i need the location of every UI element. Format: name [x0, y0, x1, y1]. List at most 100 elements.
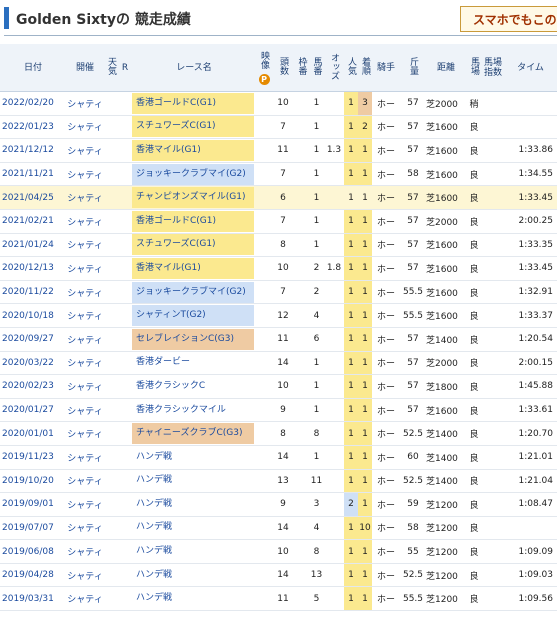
- race-name-link[interactable]: シャティンT(G2): [132, 303, 256, 328]
- weight-cell: 57: [400, 209, 426, 234]
- date-link[interactable]: 2020/09/27: [0, 327, 66, 352]
- race-name-link[interactable]: スチュワーズC(G1): [132, 233, 256, 258]
- date-link[interactable]: 2019/07/07: [0, 516, 66, 541]
- date-link[interactable]: 2021/04/25: [0, 185, 66, 210]
- venue-link[interactable]: シャティ: [66, 445, 104, 470]
- date-link[interactable]: 2019/04/28: [0, 563, 66, 588]
- distance-cell: 芝1800: [426, 374, 466, 399]
- finish-cell: 1: [358, 303, 372, 328]
- jockey-link[interactable]: ホー: [372, 209, 400, 234]
- jockey-link[interactable]: ホー: [372, 280, 400, 305]
- date-link[interactable]: 2019/06/08: [0, 539, 66, 564]
- jockey-link[interactable]: ホー: [372, 586, 400, 612]
- venue-link[interactable]: シャティ: [66, 327, 104, 352]
- race-results-table: 日付 開催 天気 R レース名 映像 P 頭数 枠番 馬番 オッズ 人気 着順 騎…: [0, 44, 557, 612]
- venue-link[interactable]: シャティ: [66, 516, 104, 541]
- race-name-link[interactable]: 香港マイル(G1): [132, 138, 256, 163]
- jockey-link[interactable]: ホー: [372, 539, 400, 564]
- date-link[interactable]: 2022/02/20: [0, 91, 66, 116]
- race-name-link[interactable]: ハンデ戦: [132, 586, 256, 612]
- track-cell: 良: [466, 469, 482, 494]
- date-link[interactable]: 2021/01/24: [0, 233, 66, 258]
- date-link[interactable]: 2020/10/18: [0, 303, 66, 328]
- race-name-link[interactable]: ジョッキークラブマイ(G2): [132, 280, 256, 305]
- venue-link[interactable]: シャティ: [66, 492, 104, 517]
- venue-link[interactable]: シャティ: [66, 256, 104, 281]
- race-name-link[interactable]: 香港ダービー: [132, 351, 256, 376]
- date-link[interactable]: 2020/02/23: [0, 374, 66, 399]
- jockey-link[interactable]: ホー: [372, 374, 400, 399]
- venue-link[interactable]: シャティ: [66, 469, 104, 494]
- venue-link[interactable]: シャティ: [66, 185, 104, 210]
- race-name-link[interactable]: ジョッキークラブマイ(G2): [132, 162, 256, 187]
- jockey-link[interactable]: ホー: [372, 351, 400, 376]
- date-link[interactable]: 2021/11/21: [0, 162, 66, 187]
- venue-link[interactable]: シャティ: [66, 539, 104, 564]
- venue-link[interactable]: シャティ: [66, 115, 104, 140]
- race-name-link[interactable]: ハンデ戦: [132, 445, 256, 470]
- date-link[interactable]: 2020/01/01: [0, 421, 66, 446]
- jockey-link[interactable]: ホー: [372, 91, 400, 116]
- jockey-link[interactable]: ホー: [372, 563, 400, 588]
- race-name-link[interactable]: セレブレイションC(G3): [132, 327, 256, 352]
- race-name-link[interactable]: 香港マイル(G1): [132, 256, 256, 281]
- finish-cell: 1: [358, 280, 372, 305]
- date-link[interactable]: 2021/12/12: [0, 138, 66, 163]
- date-link[interactable]: 2020/03/22: [0, 351, 66, 376]
- venue-link[interactable]: シャティ: [66, 398, 104, 423]
- race-name-link[interactable]: ハンデ戦: [132, 516, 256, 541]
- venue-link[interactable]: シャティ: [66, 563, 104, 588]
- race-name-link[interactable]: ハンデ戦: [132, 563, 256, 588]
- jockey-link[interactable]: ホー: [372, 421, 400, 446]
- weight-cell: 59: [400, 492, 426, 517]
- jockey-link[interactable]: ホー: [372, 516, 400, 541]
- race-name-link[interactable]: ハンデ戦: [132, 469, 256, 494]
- race-name-link[interactable]: チャンピオンズマイル(G1): [132, 185, 256, 210]
- col-date[interactable]: 日付: [0, 44, 66, 92]
- date-link[interactable]: 2020/01/27: [0, 398, 66, 423]
- venue-link[interactable]: シャティ: [66, 421, 104, 446]
- venue-link[interactable]: シャティ: [66, 374, 104, 399]
- race-name-link[interactable]: 香港クラシックマイル: [132, 398, 256, 423]
- race-name-link[interactable]: ハンデ戦: [132, 492, 256, 517]
- jockey-link[interactable]: ホー: [372, 233, 400, 258]
- date-link[interactable]: 2020/11/22: [0, 280, 66, 305]
- race-name-link[interactable]: 香港ゴールドC(G1): [132, 209, 256, 234]
- date-link[interactable]: 2019/09/01: [0, 492, 66, 517]
- race-name-link[interactable]: 香港クラシックC: [132, 374, 256, 399]
- race-name-link[interactable]: スチュワーズC(G1): [132, 115, 256, 140]
- date-link[interactable]: 2019/11/23: [0, 445, 66, 470]
- date-link[interactable]: 2019/03/31: [0, 586, 66, 612]
- race-name-link[interactable]: 香港ゴールドC(G1): [132, 91, 256, 116]
- jockey-link[interactable]: ホー: [372, 115, 400, 140]
- venue-link[interactable]: シャティ: [66, 138, 104, 163]
- race-name-link[interactable]: ハンデ戦: [132, 539, 256, 564]
- venue-link[interactable]: シャティ: [66, 162, 104, 187]
- jockey-link[interactable]: ホー: [372, 303, 400, 328]
- jockey-link[interactable]: ホー: [372, 162, 400, 187]
- race-name-link[interactable]: チャイニーズクラブC(G3): [132, 421, 256, 446]
- jockey-link[interactable]: ホー: [372, 398, 400, 423]
- jockey-link[interactable]: ホー: [372, 445, 400, 470]
- date-link[interactable]: 2021/02/21: [0, 209, 66, 234]
- venue-link[interactable]: シャティ: [66, 233, 104, 258]
- date-link[interactable]: 2019/10/20: [0, 469, 66, 494]
- venue-link[interactable]: シャティ: [66, 280, 104, 305]
- venue-link[interactable]: シャティ: [66, 351, 104, 376]
- jockey-link[interactable]: ホー: [372, 256, 400, 281]
- date-link[interactable]: 2022/01/23: [0, 115, 66, 140]
- jockey-link[interactable]: ホー: [372, 138, 400, 163]
- smartphone-promo-button[interactable]: スマホでもこの: [460, 6, 557, 32]
- venue-link[interactable]: シャティ: [66, 209, 104, 234]
- venue-link[interactable]: シャティ: [66, 586, 104, 612]
- horse-number-cell: 1: [309, 185, 324, 210]
- jockey-link[interactable]: ホー: [372, 492, 400, 517]
- horse-number-cell: 8: [309, 421, 324, 446]
- date-link[interactable]: 2020/12/13: [0, 256, 66, 281]
- runners-cell: 7: [272, 209, 294, 234]
- jockey-link[interactable]: ホー: [372, 469, 400, 494]
- venue-link[interactable]: シャティ: [66, 303, 104, 328]
- jockey-link[interactable]: ホー: [372, 327, 400, 352]
- venue-link[interactable]: シャティ: [66, 91, 104, 116]
- jockey-link[interactable]: ホー: [372, 185, 400, 210]
